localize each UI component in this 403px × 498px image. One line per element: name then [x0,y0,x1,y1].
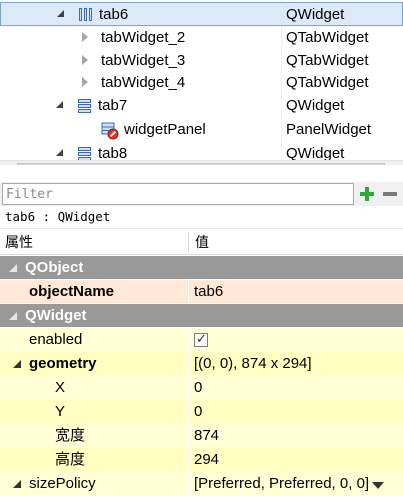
tree-row-tabwidget-3[interactable]: tabWidget_3 QTabWidget [0,49,403,73]
tree-item-label: tab7 [98,97,128,114]
property-name: X [55,379,66,396]
property-filter-bar [0,182,403,206]
header-property[interactable]: 属性 [5,229,33,255]
collapse-arrow-icon[interactable] [54,7,68,21]
selected-object-label: tab6 : QWidget [0,206,403,229]
property-name: sizePolicy [29,475,96,492]
header-value[interactable]: 值 [195,229,209,255]
group-qwidget[interactable]: QWidget [0,304,403,328]
vertical-layout-icon [77,98,93,114]
tree-item-class: QTabWidget [286,52,369,69]
broken-layout-widget-icon [101,122,119,140]
property-geometry[interactable]: geometry [(0, 0), 874 x 294] [0,352,403,376]
property-value[interactable]: 0 [189,400,403,424]
property-name: enabled [29,331,83,348]
tree-cell-name[interactable]: tabWidget_3 [0,49,281,73]
tree-item-label: tabWidget_2 [101,29,186,46]
tree-item-label: widgetPanel [124,121,206,138]
enabled-checkbox[interactable] [194,331,208,347]
property-height[interactable]: 高度 294 [0,448,403,472]
property-name: Y [55,403,66,420]
tree-item-class: QWidget [281,2,403,26]
property-objectname[interactable]: objectName tab6 [0,280,403,304]
tree-cell-name[interactable]: tabWidget_4 [0,71,281,95]
property-y[interactable]: Y 0 [0,400,403,424]
group-title: QObject [25,259,84,276]
tree-row-tabwidget-2[interactable]: tabWidget_2 QTabWidget [0,26,403,50]
horizontal-scrollbar[interactable] [0,160,403,165]
tree-item-label: tabWidget_4 [101,74,186,91]
tree-cell-name[interactable]: tab7 [0,94,281,118]
expand-arrow-icon[interactable] [78,53,92,67]
horizontal-layout-icon [78,7,94,23]
header-divider[interactable] [188,232,189,252]
property-x[interactable]: X 0 [0,376,403,400]
group-qobject[interactable]: QObject [0,256,403,280]
filter-input[interactable] [2,183,354,205]
tree-row-tab6[interactable]: tab6 QWidget [0,2,403,26]
tree-item-label: tabWidget_3 [101,52,186,69]
property-sizepolicy[interactable]: sizePolicy [Preferred, Preferred, 0, 0] [0,472,403,496]
expand-arrow-icon[interactable] [78,75,92,89]
property-value[interactable]: 874 [189,424,403,448]
remove-dynamic-property-minus-icon[interactable] [381,185,399,203]
tree-item-class: QTabWidget [286,74,369,91]
tree-row-tab7[interactable]: tab7 QWidget [0,94,403,118]
tree-cell-name[interactable]: tabWidget_2 [0,26,281,50]
tree-item-label: tab6 [99,6,129,23]
tree-item-class: QTabWidget [286,29,369,46]
property-name: 高度 [55,451,86,468]
property-name: objectName [29,283,115,300]
collapse-arrow-icon[interactable] [53,98,67,112]
tree-item-class: QWidget [286,97,345,114]
scroll-right-arrow-icon[interactable] [386,161,403,165]
tree-row-tabwidget-4[interactable]: tabWidget_4 QTabWidget [0,71,403,95]
property-value[interactable]: [(0, 0), 874 x 294] [189,352,403,376]
property-table-header: 属性 值 [0,229,403,255]
tree-item-class: PanelWidget [286,121,372,138]
tree-cell-name[interactable]: widgetPanel [0,118,281,142]
scroll-left-arrow-icon[interactable] [0,161,17,165]
scrollbar-thumb[interactable] [17,163,385,165]
object-inspector-tree: tab6 QWidget tabWidget_2 QTabWidget tabW… [0,0,403,165]
dropdown-arrow-icon[interactable] [371,476,385,492]
property-value[interactable]: tab6 [189,280,403,304]
property-value[interactable]: 0 [189,376,403,400]
tree-row-widgetpanel[interactable]: widgetPanel PanelWidget [0,118,403,142]
add-dynamic-property-plus-icon[interactable] [358,185,376,203]
expand-arrow-icon[interactable] [78,30,92,44]
tree-cell-name[interactable]: tab6 [0,2,281,26]
property-value[interactable]: 294 [189,448,403,472]
collapse-arrow-icon[interactable] [53,146,67,160]
property-name: geometry [29,355,97,372]
group-title: QWidget [25,307,87,324]
property-width[interactable]: 宽度 874 [0,424,403,448]
property-name: 宽度 [55,427,86,444]
property-enabled[interactable]: enabled [0,328,403,352]
